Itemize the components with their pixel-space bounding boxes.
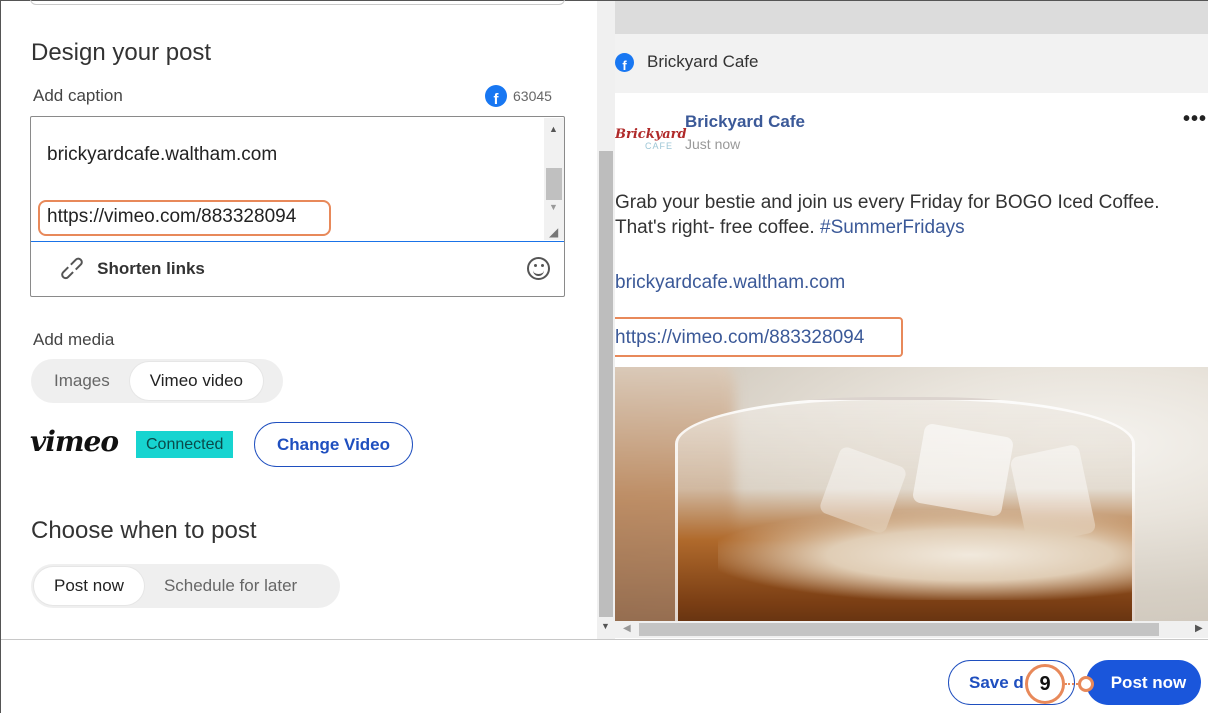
media-type-toggle: Images Vimeo video [31,359,283,403]
shorten-links-button[interactable]: ⊂⊃ Shorten links [54,250,205,285]
facebook-post-preview: Brickyard CAFE Brickyard Cafe Just now •… [615,93,1208,621]
scroll-right-arrow-icon[interactable]: ▶ [1195,623,1203,634]
scroll-up-arrow-icon[interactable]: ▲ [549,124,558,134]
preview-scroll-thumb[interactable] [599,151,613,617]
preview-hscroll-thumb[interactable] [639,623,1159,636]
facebook-char-count: f 63045 [485,85,552,107]
option-schedule-later[interactable]: Schedule for later [144,567,317,605]
step-number-badge: 9 [1025,664,1065,704]
vimeo-logo: vimeo [30,425,119,458]
smiley-icon[interactable] [527,257,550,280]
step-callout-dot [1078,676,1094,692]
schedule-heading: Choose when to post [31,517,257,544]
caption-textarea[interactable]: brickyardcafe.waltham.com https://vimeo.… [31,117,546,241]
post-hashtag: #SummerFridays [820,217,965,238]
tab-images[interactable]: Images [34,362,130,400]
more-horizontal-icon: ••• [1183,108,1208,130]
caption-link-highlight [38,200,331,236]
post-timing-toggle: Post now Schedule for later [31,564,340,608]
caption-divider [31,241,564,242]
link-icon: ⊂⊃ [53,250,90,286]
change-video-button[interactable]: Change Video [254,422,413,467]
resize-grip-icon[interactable]: ◢ [549,225,558,239]
design-heading: Design your post [31,39,212,66]
facebook-icon: f [485,85,507,107]
preview-page-name: Brickyard Cafe [647,52,759,71]
media-label: Add media [33,330,115,349]
scroll-down-arrow-icon[interactable]: ▼ [601,621,610,631]
preview-header: f Brickyard Cafe [615,34,1208,93]
connected-badge: Connected [136,431,234,458]
editor-panel: Design your post Add caption f 63045 bri… [1,0,597,639]
caption-label: Add caption [33,86,123,105]
post-timestamp: Just now [685,136,741,152]
iced-coffee-image [615,367,1208,621]
post-now-button[interactable]: Post now [1086,660,1201,705]
shorten-links-label: Shorten links [97,258,205,278]
caption-scroll-thumb[interactable] [546,168,562,200]
post-body-line2: That's right- free coffee. #SummerFriday… [615,217,965,238]
char-count-value: 63045 [513,88,552,104]
caption-editor: brickyardcafe.waltham.com https://vimeo.… [30,116,565,297]
caption-scrollbar[interactable]: ▲ ▼ [544,118,564,240]
option-post-now[interactable]: Post now [34,567,144,605]
app-frame: Design your post Add caption f 63045 bri… [0,0,1208,713]
action-footer: Save d Post now 9 [1,639,1208,713]
preview-panel: ▼ f Brickyard Cafe Brickyard CAFE Bricky… [597,1,1208,639]
post-body-line1: Grab your bestie and join us every Frida… [615,192,1160,213]
brickyard-logo: Brickyard CAFE [615,127,687,151]
facebook-icon: f [615,53,634,72]
previous-field-edge [30,0,565,5]
preview-horizontal-scrollbar[interactable]: ◀ ▶ [615,621,1208,638]
scroll-down-arrow-icon[interactable]: ▼ [549,202,558,212]
preview-vertical-scrollbar[interactable]: ▼ [597,1,615,639]
caption-site-line: brickyardcafe.waltham.com [47,144,278,165]
post-video-link: https://vimeo.com/883328094 [615,327,865,348]
scroll-left-arrow-icon[interactable]: ◀ [623,623,631,634]
post-site-link: brickyardcafe.waltham.com [615,272,846,293]
post-author: Brickyard Cafe [685,112,806,131]
tab-vimeo-video[interactable]: Vimeo video [129,362,263,400]
preview-top-bar [615,1,1208,34]
